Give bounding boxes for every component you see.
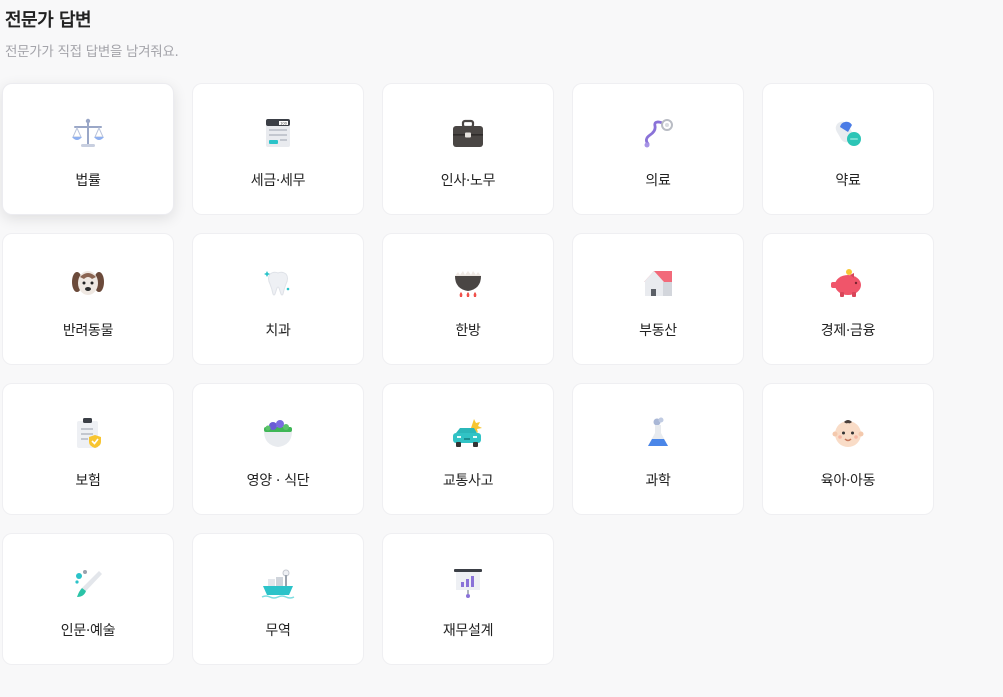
baby-face-icon xyxy=(828,413,868,453)
section-header: 전문가 답변 전문가가 직접 답변을 남겨줘요. xyxy=(5,8,179,60)
category-label: 약료 xyxy=(835,173,861,189)
category-card-oriental-medicine[interactable]: 한방 xyxy=(382,233,554,365)
category-label: 의료 xyxy=(645,173,671,189)
category-label: 법률 xyxy=(75,173,101,189)
piggy-bank-icon xyxy=(828,263,868,303)
category-label: 과학 xyxy=(645,473,671,489)
category-card-insurance[interactable]: 보험 xyxy=(2,383,174,515)
category-card-traffic-accident[interactable]: 교통사고 xyxy=(382,383,554,515)
category-card-nutrition[interactable]: 영양 · 식단 xyxy=(192,383,364,515)
scales-icon xyxy=(68,113,108,153)
herbal-pot-icon xyxy=(448,263,488,303)
category-card-trade[interactable]: 무역 xyxy=(192,533,364,665)
category-label: 경제·금융 xyxy=(820,323,876,339)
category-label: 세금·세무 xyxy=(250,173,306,189)
financial-chart-icon xyxy=(448,563,488,603)
category-card-science[interactable]: 과학 xyxy=(572,383,744,515)
category-card-law[interactable]: 법률 xyxy=(2,83,174,215)
category-card-childcare[interactable]: 육아·아동 xyxy=(762,383,934,515)
category-card-pharmacy[interactable]: 약료 xyxy=(762,83,934,215)
category-label: 인문·예술 xyxy=(60,623,116,639)
category-label: 인사·노무 xyxy=(440,173,496,189)
category-card-humanities-arts[interactable]: 인문·예술 xyxy=(2,533,174,665)
category-card-real-estate[interactable]: 부동산 xyxy=(572,233,744,365)
section-subtitle: 전문가가 직접 답변을 남겨줘요. xyxy=(5,44,179,60)
category-card-finance[interactable]: 경제·금융 xyxy=(762,233,934,365)
insurance-clipboard-icon xyxy=(68,413,108,453)
category-card-hr[interactable]: 인사·노무 xyxy=(382,83,554,215)
dog-icon xyxy=(68,263,108,303)
category-label: 반려동물 xyxy=(62,323,114,339)
category-card-medical[interactable]: 의료 xyxy=(572,83,744,215)
svg-text:100: 100 xyxy=(280,121,288,125)
house-icon xyxy=(638,263,678,303)
category-label: 치과 xyxy=(265,323,291,339)
briefcase-icon xyxy=(448,113,488,153)
tax-calculator-icon: 100 xyxy=(258,113,298,153)
category-label: 육아·아동 xyxy=(820,473,876,489)
category-card-financial-planning[interactable]: 재무설계 xyxy=(382,533,554,665)
category-card-dental[interactable]: 치과 xyxy=(192,233,364,365)
car-crash-icon xyxy=(448,413,488,453)
category-card-pets[interactable]: 반려동물 xyxy=(2,233,174,365)
stethoscope-icon xyxy=(638,113,678,153)
category-label: 한방 xyxy=(455,323,481,339)
tooth-icon xyxy=(258,263,298,303)
category-label: 부동산 xyxy=(639,323,677,339)
paintbrush-icon xyxy=(68,563,108,603)
pill-icon xyxy=(828,113,868,153)
category-card-tax[interactable]: 100 세금·세무 xyxy=(192,83,364,215)
category-label: 재무설계 xyxy=(442,623,494,639)
category-grid: 법률 100 세금·세무 인사·노무 의료 약료 반려동물 치과 한방 부동산 … xyxy=(2,83,934,665)
category-label: 영양 · 식단 xyxy=(246,473,310,489)
category-label: 보험 xyxy=(75,473,101,489)
section-title: 전문가 답변 xyxy=(5,10,92,31)
category-label: 교통사고 xyxy=(442,473,494,489)
cargo-ship-icon xyxy=(258,563,298,603)
flask-icon xyxy=(638,413,678,453)
category-label: 무역 xyxy=(265,623,291,639)
salad-bowl-icon xyxy=(258,413,298,453)
